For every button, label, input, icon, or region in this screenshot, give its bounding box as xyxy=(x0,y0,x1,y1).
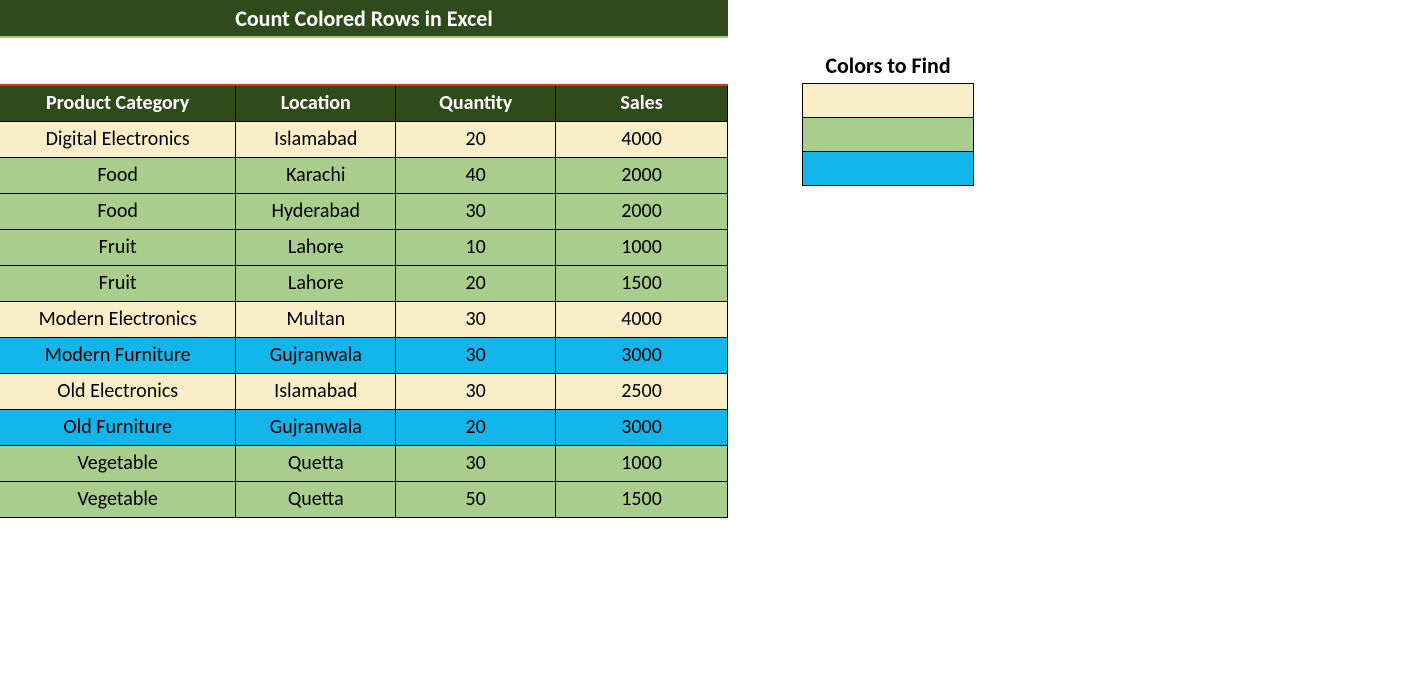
cell-sales: 2500 xyxy=(556,373,728,409)
cell-quantity: 20 xyxy=(396,265,556,301)
cell-quantity: 20 xyxy=(396,121,556,157)
cell-category: Vegetable xyxy=(0,481,236,517)
cell-sales: 1000 xyxy=(556,229,728,265)
cell-location: Quetta xyxy=(236,445,396,481)
cell-sales: 2000 xyxy=(556,157,728,193)
cell-sales: 4000 xyxy=(556,301,728,337)
header-quantity: Quantity xyxy=(396,85,556,121)
legend-table xyxy=(802,83,974,186)
cell-quantity: 30 xyxy=(396,193,556,229)
cell-location: Gujranwala xyxy=(236,409,396,445)
cell-location: Lahore xyxy=(236,229,396,265)
cell-sales: 1000 xyxy=(556,445,728,481)
cell-category: Old Furniture xyxy=(0,409,236,445)
cell-category: Food xyxy=(0,193,236,229)
table-row: Modern FurnitureGujranwala303000 xyxy=(0,337,728,373)
cell-sales: 3000 xyxy=(556,337,728,373)
cell-location: Islamabad xyxy=(236,121,396,157)
header-row: Product Category Location Quantity Sales xyxy=(0,85,728,121)
cell-category: Old Electronics xyxy=(0,373,236,409)
cell-quantity: 30 xyxy=(396,301,556,337)
header-location: Location xyxy=(236,85,396,121)
table-row: VegetableQuetta501500 xyxy=(0,481,728,517)
cell-sales: 4000 xyxy=(556,121,728,157)
table-row: Modern ElectronicsMultan304000 xyxy=(0,301,728,337)
cell-quantity: 30 xyxy=(396,373,556,409)
table-row: VegetableQuetta301000 xyxy=(0,445,728,481)
cell-location: Islamabad xyxy=(236,373,396,409)
header-sales: Sales xyxy=(556,85,728,121)
cell-category: Modern Furniture xyxy=(0,337,236,373)
table-row: Old ElectronicsIslamabad302500 xyxy=(0,373,728,409)
cell-quantity: 40 xyxy=(396,157,556,193)
table-row: FoodKarachi402000 xyxy=(0,157,728,193)
legend-swatch-cream xyxy=(803,84,974,118)
cell-sales: 2000 xyxy=(556,193,728,229)
table-row: FoodHyderabad302000 xyxy=(0,193,728,229)
cell-sales: 3000 xyxy=(556,409,728,445)
cell-quantity: 10 xyxy=(396,229,556,265)
cell-quantity: 30 xyxy=(396,337,556,373)
cell-category: Food xyxy=(0,157,236,193)
cell-category: Fruit xyxy=(0,265,236,301)
cell-location: Quetta xyxy=(236,481,396,517)
cell-quantity: 30 xyxy=(396,445,556,481)
page-title: Count Colored Rows in Excel xyxy=(0,0,728,38)
cell-quantity: 50 xyxy=(396,481,556,517)
legend-swatch-blue xyxy=(803,152,974,186)
cell-sales: 1500 xyxy=(556,481,728,517)
cell-category: Vegetable xyxy=(0,445,236,481)
cell-location: Lahore xyxy=(236,265,396,301)
cell-category: Digital Electronics xyxy=(0,121,236,157)
data-table: Product Category Location Quantity Sales… xyxy=(0,84,728,518)
legend-swatch-green xyxy=(803,118,974,152)
table-row: FruitLahore201500 xyxy=(0,265,728,301)
legend-title: Colors to Find xyxy=(798,52,978,79)
cell-location: Karachi xyxy=(236,157,396,193)
header-category: Product Category xyxy=(0,85,236,121)
cell-location: Multan xyxy=(236,301,396,337)
cell-category: Modern Electronics xyxy=(0,301,236,337)
cell-quantity: 20 xyxy=(396,409,556,445)
table-row: Digital ElectronicsIslamabad204000 xyxy=(0,121,728,157)
cell-sales: 1500 xyxy=(556,265,728,301)
table-row: FruitLahore101000 xyxy=(0,229,728,265)
table-row: Old FurnitureGujranwala203000 xyxy=(0,409,728,445)
cell-category: Fruit xyxy=(0,229,236,265)
cell-location: Hyderabad xyxy=(236,193,396,229)
cell-location: Gujranwala xyxy=(236,337,396,373)
